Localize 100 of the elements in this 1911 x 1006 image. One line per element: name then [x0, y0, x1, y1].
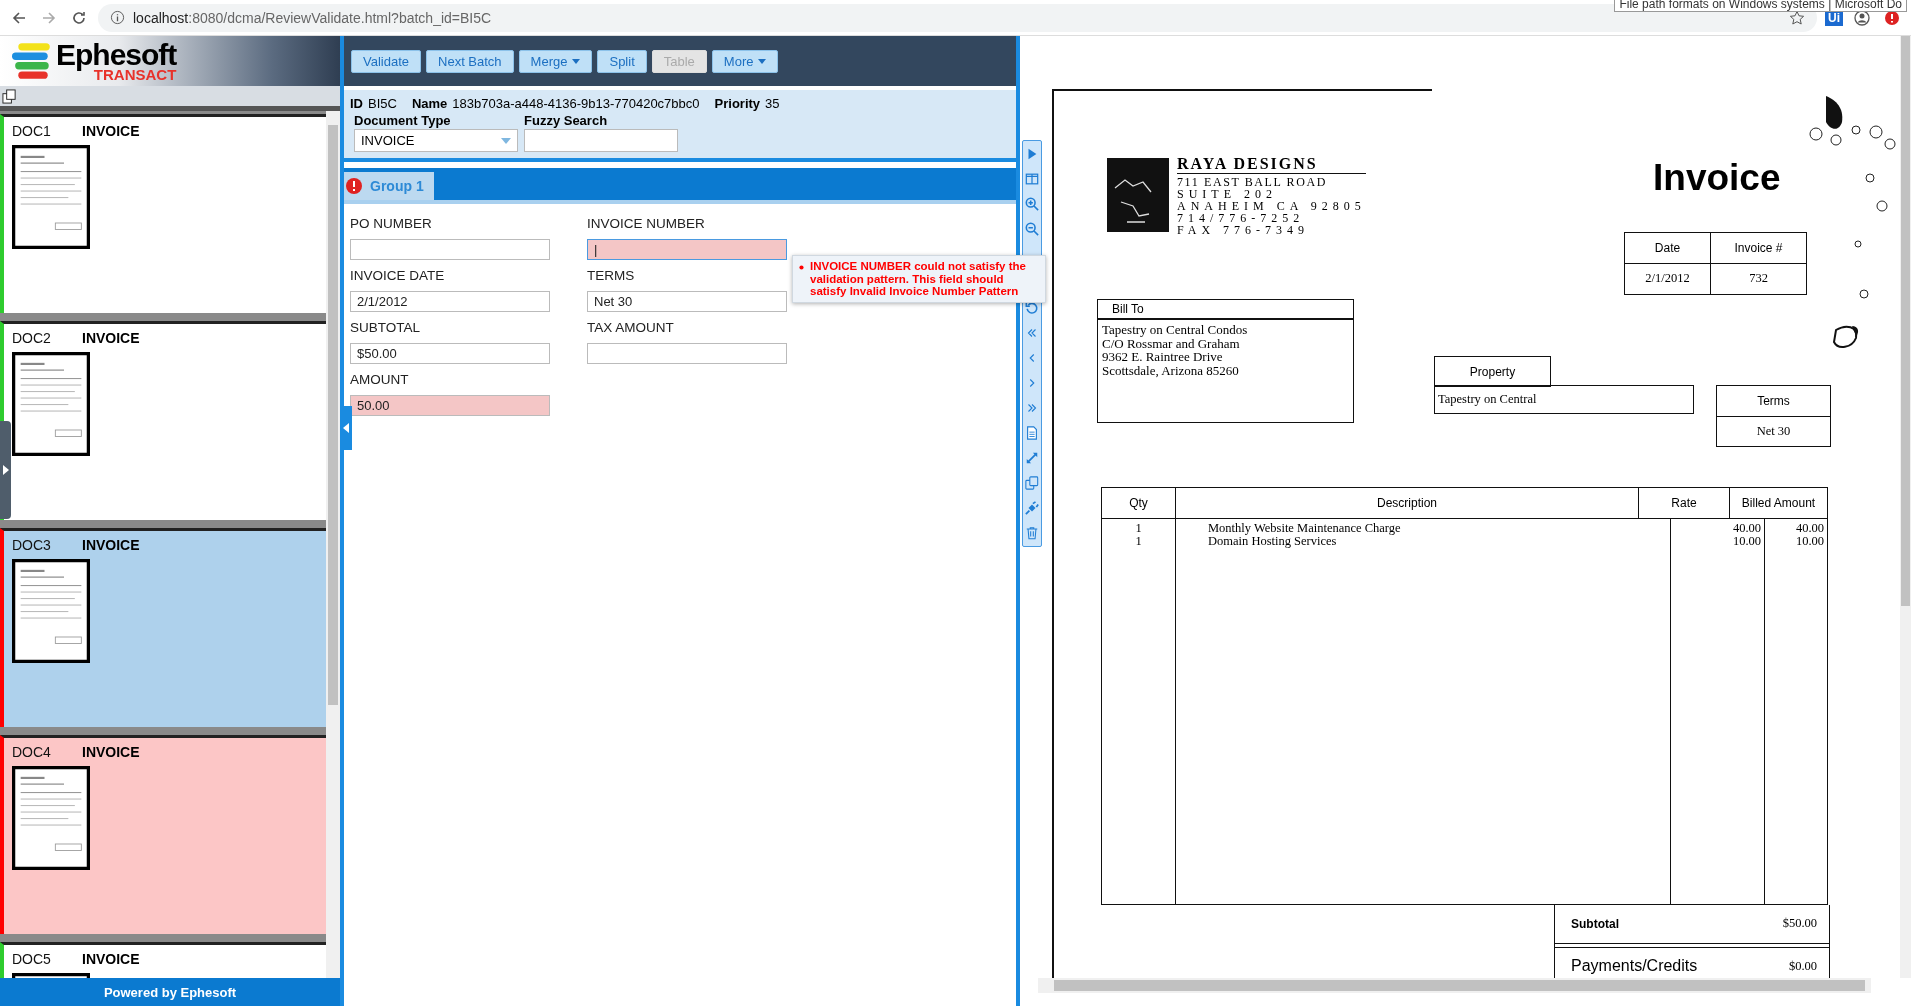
plug-icon[interactable] [1025, 501, 1039, 515]
bill-to-label: Bill To [1098, 300, 1353, 320]
table-cell: 10.00 [1732, 535, 1761, 549]
table-cell-text: Domain Hosting Services [1208, 535, 1338, 549]
toolbar-button[interactable]: Validate [351, 49, 421, 73]
property-label: Property [1434, 356, 1551, 387]
reload-icon[interactable] [71, 9, 87, 26]
document-id: DOC4 [12, 744, 52, 760]
input-field[interactable] [587, 343, 787, 364]
priority-label: Priority [714, 96, 761, 111]
zoom-in-icon[interactable] [1025, 197, 1039, 211]
toolbar-button[interactable]: Next Batch [426, 49, 514, 73]
zoom-out-icon[interactable] [1025, 222, 1039, 236]
logo-tagline: TRANSACT [93, 67, 177, 82]
fuzzy-search-label: Fuzzy Search [524, 113, 609, 128]
field-label: TERMS [587, 268, 636, 283]
bill-to-line: 9362 E. Raintree Drive [1102, 350, 1224, 364]
collapse-handle[interactable] [340, 406, 352, 450]
document-item[interactable]: DOC4 INVOICE [0, 735, 326, 934]
logo-name: Ephesoft [56, 40, 177, 70]
bill-to-line: Tapestry on Central Condos [1102, 323, 1249, 337]
table-cell: 10.00 [1795, 535, 1824, 549]
document-item[interactable]: DOC2 INVOICE [0, 321, 326, 520]
info-icon [110, 10, 125, 25]
bullet-icon [799, 265, 804, 270]
back-icon[interactable] [11, 9, 27, 26]
id-label: ID [350, 96, 363, 111]
invoice-title: Invoice [1653, 157, 1781, 199]
scrollbar[interactable] [326, 111, 340, 978]
input-field[interactable] [350, 239, 550, 260]
document-type: INVOICE [82, 951, 140, 967]
input-field[interactable]: 50.00 [350, 395, 550, 416]
validation-message: INVOICE NUMBER could not satisfy the validation pattern. This field should satisfy Invalid Invoice Number Pattern [810, 260, 1027, 298]
column-header: Billed Amount [1729, 488, 1827, 518]
document-type: INVOICE [82, 537, 140, 553]
table-cell: 732 [1710, 262, 1806, 294]
document-type: INVOICE [82, 744, 140, 760]
batch-name: 183b703a-a448-4136-9b13-770420c7bbc0 [452, 96, 700, 111]
field-label: INVOICE NUMBER [587, 216, 706, 231]
document-id: DOC5 [12, 951, 52, 967]
collapse-handle[interactable] [0, 421, 11, 519]
trash-icon[interactable] [1025, 526, 1039, 540]
subtotal-value: $50.00 [1782, 916, 1817, 932]
extension-badge-icon[interactable] [1884, 9, 1900, 26]
input-field[interactable]: Net 30 [587, 291, 787, 312]
caret-icon [501, 137, 511, 144]
star-icon[interactable] [1789, 9, 1805, 26]
scrollbar[interactable] [1900, 36, 1911, 978]
company-address-line: FAX 776-7349 [1177, 224, 1311, 236]
rotate-icon[interactable] [1025, 301, 1039, 315]
document-item[interactable]: DOC3 INVOICE [0, 528, 326, 727]
scrollbar[interactable] [1038, 978, 1871, 993]
table-header: Invoice # [1710, 233, 1806, 263]
document-item[interactable]: DOC5 INVOICE [0, 942, 326, 978]
first-page-icon[interactable] [1025, 326, 1039, 340]
toolbar-button[interactable]: Merge [518, 49, 593, 73]
columns-icon[interactable] [1025, 172, 1039, 186]
bill-to-line: C/O Rossmar and Graham [1102, 336, 1241, 351]
bill-to-line: Scottsdale, Arizona 85260 [1102, 363, 1240, 378]
payments-label: Payments/Credits [1571, 957, 1698, 976]
field-label: AMOUNT [350, 372, 410, 387]
payments-value: $0.00 [1788, 958, 1817, 974]
profile-icon[interactable] [1854, 9, 1870, 26]
toolbar-button[interactable]: More [711, 49, 779, 73]
field-label: TAX AMOUNT [587, 320, 675, 335]
group-tab-label: Group 1 [370, 178, 424, 194]
company-address-line: SUITE 202 [1177, 188, 1278, 200]
input-field[interactable]: $50.00 [350, 343, 550, 364]
table-cell: 40.00 [1732, 522, 1761, 536]
last-page-icon[interactable] [1025, 401, 1039, 415]
forward-icon[interactable] [41, 9, 57, 26]
field-label: INVOICE DATE [350, 268, 446, 283]
document-icon[interactable] [1025, 426, 1039, 440]
document-item[interactable]: DOC1 INVOICE [0, 114, 326, 313]
expand-icon[interactable] [1025, 451, 1039, 465]
terms-value: Net 30 [1755, 422, 1792, 440]
property-value: Tapestry on Central [1434, 385, 1694, 414]
column-header: Rate [1638, 488, 1729, 518]
table-cell: 1 [1135, 535, 1142, 549]
table-header: Date [1653, 239, 1682, 257]
terms-label: Terms [1717, 386, 1830, 417]
column-header: Description [1175, 488, 1638, 518]
copy-icon[interactable] [2, 88, 17, 104]
company-address-line: 714/776-7252 [1177, 212, 1306, 224]
document-type: INVOICE [82, 330, 140, 346]
document-type: INVOICE [82, 123, 140, 139]
document-type-label: Document Type [354, 113, 452, 128]
table-cell: 1 [1135, 522, 1142, 536]
table-cell-text: Monthly Website Maintenance Charge [1208, 522, 1402, 536]
toolbar-button[interactable]: Split [597, 49, 647, 73]
document-type-select[interactable]: INVOICE [354, 129, 518, 152]
column-header: Qty [1128, 495, 1149, 512]
batch-id: BI5C [368, 96, 397, 111]
input-field[interactable]: 2/1/2012 [350, 291, 550, 312]
fuzzy-search-field[interactable] [524, 129, 678, 152]
company-name: RAYA DESIGNS [1177, 156, 1366, 174]
input-field[interactable]: | [587, 239, 787, 260]
company-logo-icon [1107, 158, 1169, 232]
footer-text: Powered by Ephesoft [103, 984, 237, 1000]
document-id: DOC2 [12, 330, 52, 346]
